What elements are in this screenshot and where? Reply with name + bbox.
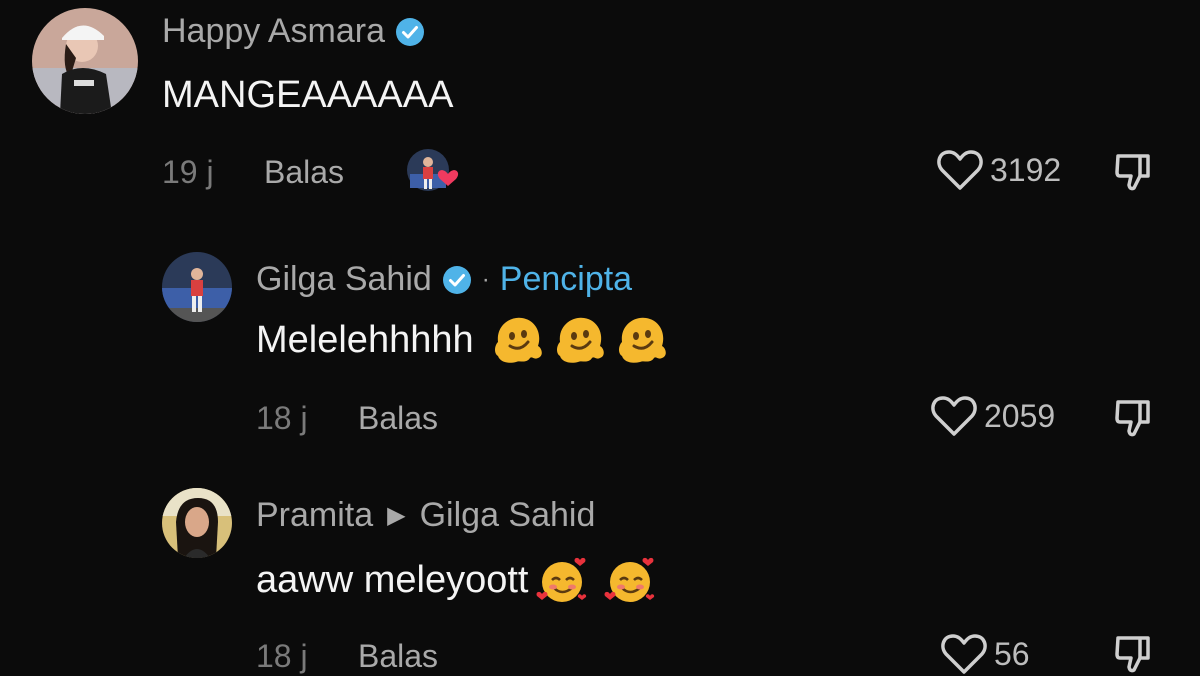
- like-count: 3192: [990, 151, 1062, 188]
- like-count: 56: [994, 635, 1030, 672]
- reply-arrow-icon: ▶: [387, 502, 406, 529]
- melting-face-icon: [556, 317, 604, 363]
- avatar[interactable]: [162, 488, 232, 558]
- comment-author[interactable]: Pramita ▶ Gilga Sahid: [256, 496, 595, 535]
- comment-text-content: aaww meleyoott: [256, 558, 529, 601]
- comment-text-content: Melelehhhhh: [256, 318, 474, 361]
- like-button[interactable]: 2059: [930, 394, 1055, 438]
- comment-text: Melelehhhhh: [256, 312, 670, 368]
- comment-happy-asmara: Happy Asmara MANGEAAAAAA 19 j Balas 3192: [0, 0, 1200, 220]
- heart-outline-icon: [931, 396, 977, 436]
- smiling-face-with-hearts-icon: [605, 557, 655, 602]
- liked-by-creator-badge: [406, 148, 459, 192]
- dislike-icon[interactable]: [1112, 150, 1156, 194]
- avatar[interactable]: [32, 8, 138, 114]
- comment-time: 18 j: [256, 400, 308, 436]
- reply-to-name[interactable]: Gilga Sahid: [420, 496, 596, 535]
- melting-face-icon: [618, 317, 666, 363]
- comment-text: MANGEAAAAAA: [162, 74, 453, 117]
- comment-text: aaww meleyoott: [256, 552, 658, 608]
- smiling-face-with-hearts-icon: [537, 557, 587, 602]
- dislike-icon[interactable]: [1112, 396, 1156, 440]
- heart-outline-icon: [941, 634, 987, 674]
- separator-dot: ·: [481, 265, 490, 293]
- comment-pramita: Pramita ▶ Gilga Sahid aaww meleyoott 18 …: [0, 480, 1200, 675]
- verified-icon: [442, 265, 471, 294]
- verified-icon: [396, 17, 424, 46]
- comment-author[interactable]: Gilga Sahid · Pencipta: [256, 260, 632, 299]
- comment-gilga-sahid: Gilga Sahid · Pencipta Melelehhhhh 18 j: [0, 240, 1200, 460]
- author-name[interactable]: Gilga Sahid: [256, 260, 432, 299]
- melting-face-icon: [494, 317, 542, 363]
- reply-button[interactable]: Balas: [264, 154, 344, 191]
- creator-badge: Pencipta: [499, 260, 633, 298]
- comment-time: 18 j: [256, 638, 308, 674]
- like-button[interactable]: 3192: [936, 148, 1061, 192]
- author-name[interactable]: Happy Asmara: [162, 12, 385, 51]
- comment-text-content: MANGEAAAAAA: [162, 74, 454, 116]
- comment-author[interactable]: Happy Asmara: [162, 12, 425, 51]
- like-count: 2059: [984, 397, 1056, 434]
- author-name[interactable]: Pramita: [256, 496, 373, 535]
- like-button[interactable]: 56: [940, 632, 1030, 676]
- avatar[interactable]: [162, 252, 232, 322]
- reply-button[interactable]: Balas: [358, 638, 438, 675]
- comment-time: 19 j: [162, 154, 214, 190]
- heart-outline-icon: [937, 150, 983, 190]
- reply-button[interactable]: Balas: [358, 400, 438, 437]
- dislike-icon[interactable]: [1112, 632, 1156, 676]
